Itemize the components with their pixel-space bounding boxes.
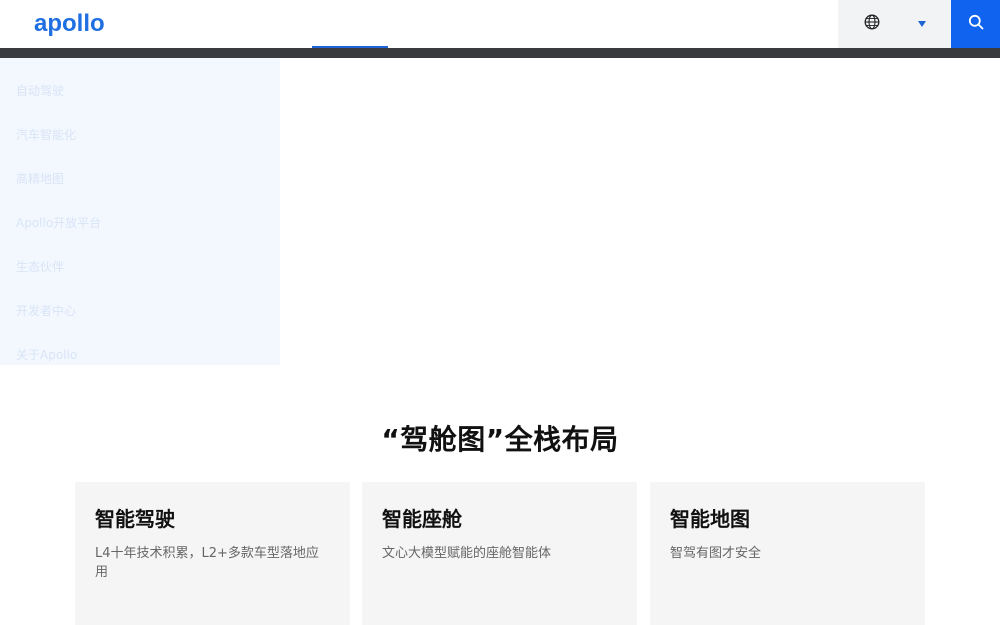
card-smart-cockpit[interactable]: 智能座舱 文心大模型赋能的座舱智能体 xyxy=(362,482,637,625)
caret-down-icon xyxy=(918,21,927,27)
top-header: apollo 中文 xyxy=(0,0,1000,48)
globe-icon xyxy=(864,14,880,34)
section-title: “驾舱图”全栈布局 xyxy=(381,423,619,456)
menu-item-open-platform[interactable]: Apollo开放平台 xyxy=(0,200,280,244)
card-smart-map[interactable]: 智能地图 智驾有图才安全 xyxy=(650,482,925,625)
apollo-logo-mark: apollo xyxy=(34,10,105,37)
card-title: 智能座舱 xyxy=(382,507,462,531)
menu-item-developer-center[interactable]: 开发者中心 xyxy=(0,288,280,332)
language-switcher[interactable]: 中文 xyxy=(838,0,951,48)
menu-item-about[interactable]: 关于Apollo xyxy=(0,332,280,376)
card-description: L4十年技术积累，L2+多款车型落地应用 xyxy=(95,546,319,580)
card-smart-driving[interactable]: 智能驾驶 L4十年技术积累，L2+多款车型落地应用 xyxy=(75,482,350,625)
header-shadow-strip xyxy=(0,48,1000,58)
menu-item-partners[interactable]: 生态伙伴 xyxy=(0,244,280,288)
menu-item-hd-map[interactable]: 高精地图 xyxy=(0,156,280,200)
menu-item-vehicle-intelligence[interactable]: 汽车智能化 xyxy=(0,112,280,156)
language-label: 中文 xyxy=(886,18,913,34)
svg-text:apollo: apollo xyxy=(34,10,105,37)
card-description: 文心大模型赋能的座舱智能体 xyxy=(382,546,552,561)
card-description: 智驾有图才安全 xyxy=(670,546,762,561)
search-icon xyxy=(968,14,984,34)
card-title: 智能驾驶 xyxy=(95,507,175,531)
search-button[interactable] xyxy=(951,0,1000,48)
dropdown-menu-panel: 自动驾驶 汽车智能化 高精地图 Apollo开放平台 生态伙伴 开发者中心 关于… xyxy=(0,58,280,365)
menu-item-autonomous-driving[interactable]: 自动驾驶 xyxy=(0,68,280,112)
card-title: 智能地图 xyxy=(670,507,750,531)
apollo-logo[interactable]: apollo xyxy=(34,9,108,39)
feature-cards: 智能驾驶 L4十年技术积累，L2+多款车型落地应用 智能座舱 文心大模型赋能的座… xyxy=(75,482,925,625)
